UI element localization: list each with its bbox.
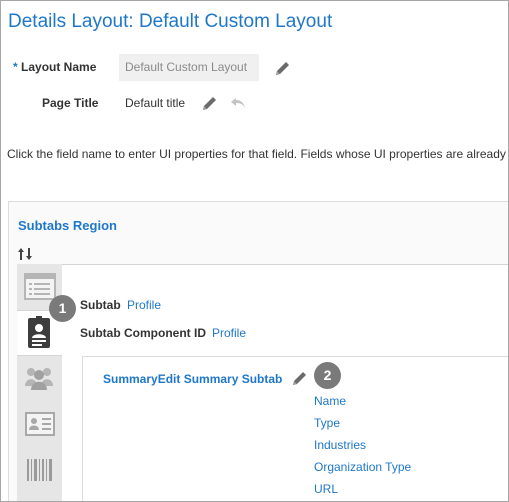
barcode-icon bbox=[27, 459, 52, 481]
field-link-url[interactable]: URL bbox=[314, 482, 338, 496]
callout-badge-1: 1 bbox=[49, 295, 76, 322]
field-link-organization-type[interactable]: Organization Type bbox=[314, 460, 411, 474]
field-link-name[interactable]: Name bbox=[314, 394, 346, 408]
subtab-id-card[interactable] bbox=[17, 404, 61, 446]
subtab-profile-link[interactable]: Profile bbox=[127, 298, 161, 312]
edit-pencil-icon[interactable] bbox=[291, 369, 309, 387]
undo-icon[interactable] bbox=[230, 95, 248, 111]
subtab-team[interactable] bbox=[17, 358, 61, 400]
required-marker: * bbox=[13, 60, 18, 74]
subtab-label: Subtab bbox=[80, 298, 121, 312]
page-title-label: Page Title bbox=[42, 96, 99, 110]
subtabs-region-title: Subtabs Region bbox=[18, 218, 117, 233]
callout-badge-2: 2 bbox=[314, 362, 341, 389]
edit-pencil-icon[interactable] bbox=[201, 94, 219, 112]
team-icon bbox=[25, 368, 53, 390]
edit-pencil-icon[interactable] bbox=[274, 59, 292, 77]
id-card-icon bbox=[25, 412, 55, 436]
layout-name-field[interactable] bbox=[119, 54, 259, 81]
subtab-barcode[interactable] bbox=[17, 450, 61, 492]
field-link-type[interactable]: Type bbox=[314, 416, 340, 430]
layout-name-label: * Layout Name bbox=[13, 60, 97, 74]
details-layout-panel: Details Layout: Default Custom Layout * … bbox=[0, 0, 509, 502]
page-title-value: Default title bbox=[125, 96, 186, 110]
subtab-component-id-link[interactable]: Profile bbox=[212, 326, 246, 340]
field-link-industries[interactable]: Industries bbox=[314, 438, 366, 452]
subtab-component-id-label: Subtab Component ID bbox=[80, 326, 206, 340]
instruction-text: Click the field name to enter UI propert… bbox=[7, 147, 506, 161]
summary-subtab-title[interactable]: SummaryEdit Summary Subtab bbox=[103, 372, 282, 386]
reorder-icon[interactable] bbox=[17, 247, 35, 261]
page-title: Details Layout: Default Custom Layout bbox=[8, 11, 333, 32]
